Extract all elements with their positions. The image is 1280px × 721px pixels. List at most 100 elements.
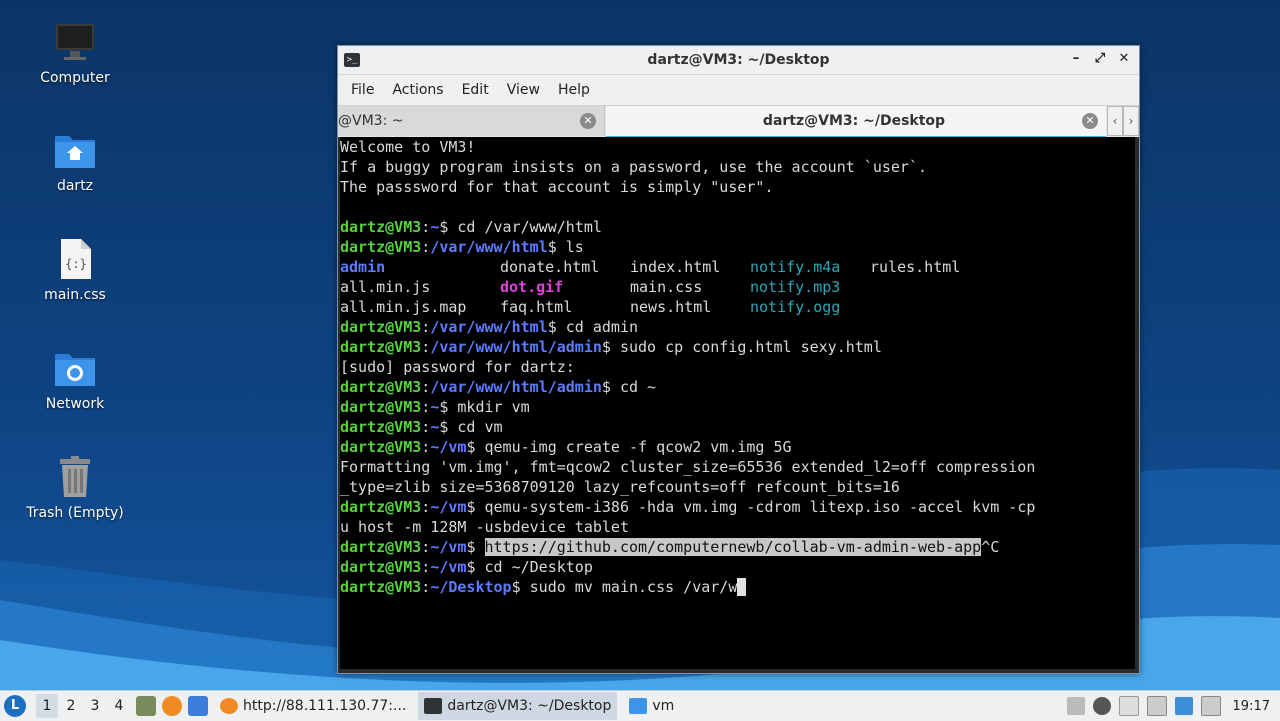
file-manager-icon[interactable] bbox=[136, 696, 156, 716]
desktop-icon-label: Computer bbox=[40, 70, 110, 86]
terminal-line: dartz@VM3:~/vm$ cd ~/Desktop bbox=[340, 558, 593, 576]
clock[interactable]: 19:17 bbox=[1233, 699, 1270, 714]
workspace-1[interactable]: 1 bbox=[36, 694, 58, 718]
desktop-icon-computer[interactable]: Computer bbox=[20, 20, 130, 86]
terminal-line: dartz@VM3:~$ cd vm bbox=[340, 418, 503, 436]
tab-prev-button[interactable]: ‹ bbox=[1107, 106, 1123, 136]
task-label: dartz@VM3: ~/Desktop bbox=[447, 698, 612, 714]
menu-actions[interactable]: Actions bbox=[383, 82, 452, 98]
network-icon[interactable] bbox=[1200, 696, 1221, 716]
terminal-line: [sudo] password for dartz: bbox=[340, 358, 575, 376]
desktop-icon-label: Network bbox=[45, 396, 105, 412]
prompt-path: /var/www/html bbox=[430, 318, 548, 336]
workspace-3[interactable]: 3 bbox=[84, 694, 106, 718]
close-button[interactable]: ✕ bbox=[1117, 52, 1131, 66]
prompt-user: dartz@VM3 bbox=[340, 558, 422, 576]
ls-entry: all.min.js.map bbox=[340, 298, 467, 316]
terminal-line: Welcome to VM3! bbox=[340, 138, 476, 156]
task-terminal[interactable]: dartz@VM3: ~/Desktop bbox=[418, 692, 618, 720]
menu-help[interactable]: Help bbox=[549, 82, 599, 98]
terminal-line: dartz@VM3:/var/www/html/admin$ sudo cp c… bbox=[340, 338, 882, 356]
task-vm-folder[interactable]: vm bbox=[623, 692, 680, 720]
desktop-icon-label: Trash (Empty) bbox=[26, 505, 124, 521]
window-title: dartz@VM3: ~/Desktop bbox=[647, 52, 830, 68]
ls-row: all.min.js.map faq.html news.html notify.og… bbox=[340, 297, 1135, 317]
prompt-user: dartz@VM3 bbox=[340, 238, 422, 256]
menu-edit[interactable]: Edit bbox=[453, 82, 498, 98]
tab-desktop[interactable]: dartz@VM3: ~/Desktop ✕ bbox=[606, 106, 1106, 138]
prompt-user: dartz@VM3 bbox=[340, 378, 422, 396]
volume-icon[interactable] bbox=[1092, 697, 1111, 715]
command-text: cd admin bbox=[565, 318, 639, 336]
maximize-button[interactable]: ⤢ bbox=[1093, 52, 1107, 66]
trash-icon bbox=[53, 455, 97, 499]
clipboard-icon[interactable] bbox=[1118, 696, 1139, 716]
ls-entry: faq.html bbox=[500, 298, 573, 316]
prompt-path: ~/vm bbox=[430, 538, 467, 556]
tab-close-icon[interactable]: ✕ bbox=[1082, 113, 1098, 129]
task-label: http://88.111.130.77:... bbox=[243, 698, 407, 714]
prompt-path: /var/www/html bbox=[430, 238, 548, 256]
terminal-line: dartz@VM3:~/vm$ qemu-system-i386 -hda vm… bbox=[340, 498, 1036, 516]
command-text: cd /var/www/html bbox=[457, 218, 602, 236]
selected-text[interactable]: https://github.com/computernewb/collab-v… bbox=[484, 538, 982, 556]
tab-label: dartz@VM3: ~/Desktop bbox=[762, 113, 946, 129]
prompt-user: dartz@VM3 bbox=[340, 538, 422, 556]
desktop-icon-label: main.css bbox=[44, 287, 106, 303]
tab-close-icon[interactable]: ✕ bbox=[580, 113, 596, 129]
ls-entry: news.html bbox=[630, 298, 712, 316]
window-titlebar[interactable]: >_ dartz@VM3: ~/Desktop – ⤢ ✕ bbox=[338, 46, 1139, 75]
desktop-icon-label: dartz bbox=[56, 178, 94, 194]
menu-bar: File Actions Edit View Help bbox=[338, 75, 1139, 105]
display-icon[interactable] bbox=[1146, 696, 1167, 716]
ls-entry: notify.m4a bbox=[750, 258, 841, 276]
desktop-icon-network[interactable]: Network bbox=[20, 346, 130, 412]
update-notifier-icon[interactable] bbox=[1174, 697, 1193, 715]
prompt-user: dartz@VM3 bbox=[340, 418, 422, 436]
prompt-path: ~ bbox=[430, 398, 440, 416]
prompt-user: dartz@VM3 bbox=[340, 578, 422, 596]
terminal-line: If a buggy program insists on a password… bbox=[340, 158, 927, 176]
ls-row: all.min.js dot.gif main.css notify.mp3 bbox=[340, 277, 1135, 297]
command-text: cd ~/Desktop bbox=[484, 558, 593, 576]
desktop-icon-home[interactable]: dartz bbox=[20, 128, 130, 194]
firefox-icon[interactable] bbox=[162, 696, 182, 716]
computer-icon bbox=[53, 20, 97, 64]
prompt-path: ~/vm bbox=[430, 498, 467, 516]
terminal-line: dartz@VM3:/var/www/html/admin$ cd ~ bbox=[340, 378, 657, 396]
tray-arrow-icon[interactable] bbox=[1066, 697, 1085, 715]
minimize-button[interactable]: – bbox=[1069, 52, 1083, 66]
command-text: ls bbox=[565, 238, 584, 256]
tab-home[interactable]: @VM3: ~ ✕ bbox=[338, 106, 605, 136]
prompt-path: ~ bbox=[430, 418, 440, 436]
terminal-line: dartz@VM3:~/Desktop$ sudo mv main.css /v… bbox=[340, 577, 1135, 597]
terminal-line: dartz@VM3:~$ mkdir vm bbox=[340, 398, 530, 416]
workspace-2[interactable]: 2 bbox=[60, 694, 82, 718]
ls-entry: all.min.js bbox=[340, 278, 431, 296]
folder-icon bbox=[629, 698, 648, 714]
task-firefox[interactable]: http://88.111.130.77:... bbox=[214, 692, 412, 720]
ls-entry: main.css bbox=[630, 278, 703, 296]
terminal-output[interactable]: Welcome to VM3! If a buggy program insist… bbox=[340, 137, 1135, 669]
prompt-path: ~/Desktop bbox=[430, 578, 512, 596]
task-label: vm bbox=[652, 698, 675, 714]
tab-next-button[interactable]: › bbox=[1123, 106, 1139, 136]
terminal-line: dartz@VM3:/var/www/html$ ls bbox=[340, 238, 584, 256]
terminal-line: The passsword for that account is simply… bbox=[340, 178, 774, 196]
prompt-user: dartz@VM3 bbox=[340, 338, 422, 356]
terminal-window: >_ dartz@VM3: ~/Desktop – ⤢ ✕ File Actio… bbox=[337, 45, 1140, 674]
workspace-4[interactable]: 4 bbox=[108, 694, 130, 718]
command-input[interactable]: sudo mv main.css /var/w bbox=[530, 578, 738, 596]
menu-view[interactable]: View bbox=[498, 82, 549, 98]
prompt-path: ~ bbox=[430, 218, 440, 236]
menu-file[interactable]: File bbox=[342, 82, 383, 98]
text-cursor bbox=[737, 578, 747, 596]
terminal-line: dartz@VM3:/var/www/html$ cd admin bbox=[340, 318, 639, 336]
start-menu-icon[interactable]: L bbox=[4, 695, 26, 717]
terminal-line: dartz@VM3:~/vm$ qemu-img create -f qcow2… bbox=[340, 438, 792, 456]
desktop-icon-trash[interactable]: Trash (Empty) bbox=[20, 455, 130, 521]
desktop-icon-main-css[interactable]: {:} main.css bbox=[20, 237, 130, 303]
desktop-icon[interactable] bbox=[188, 696, 208, 716]
prompt-path: ~/vm bbox=[430, 558, 467, 576]
command-text: qemu-img create -f qcow2 vm.img 5G bbox=[484, 438, 792, 456]
